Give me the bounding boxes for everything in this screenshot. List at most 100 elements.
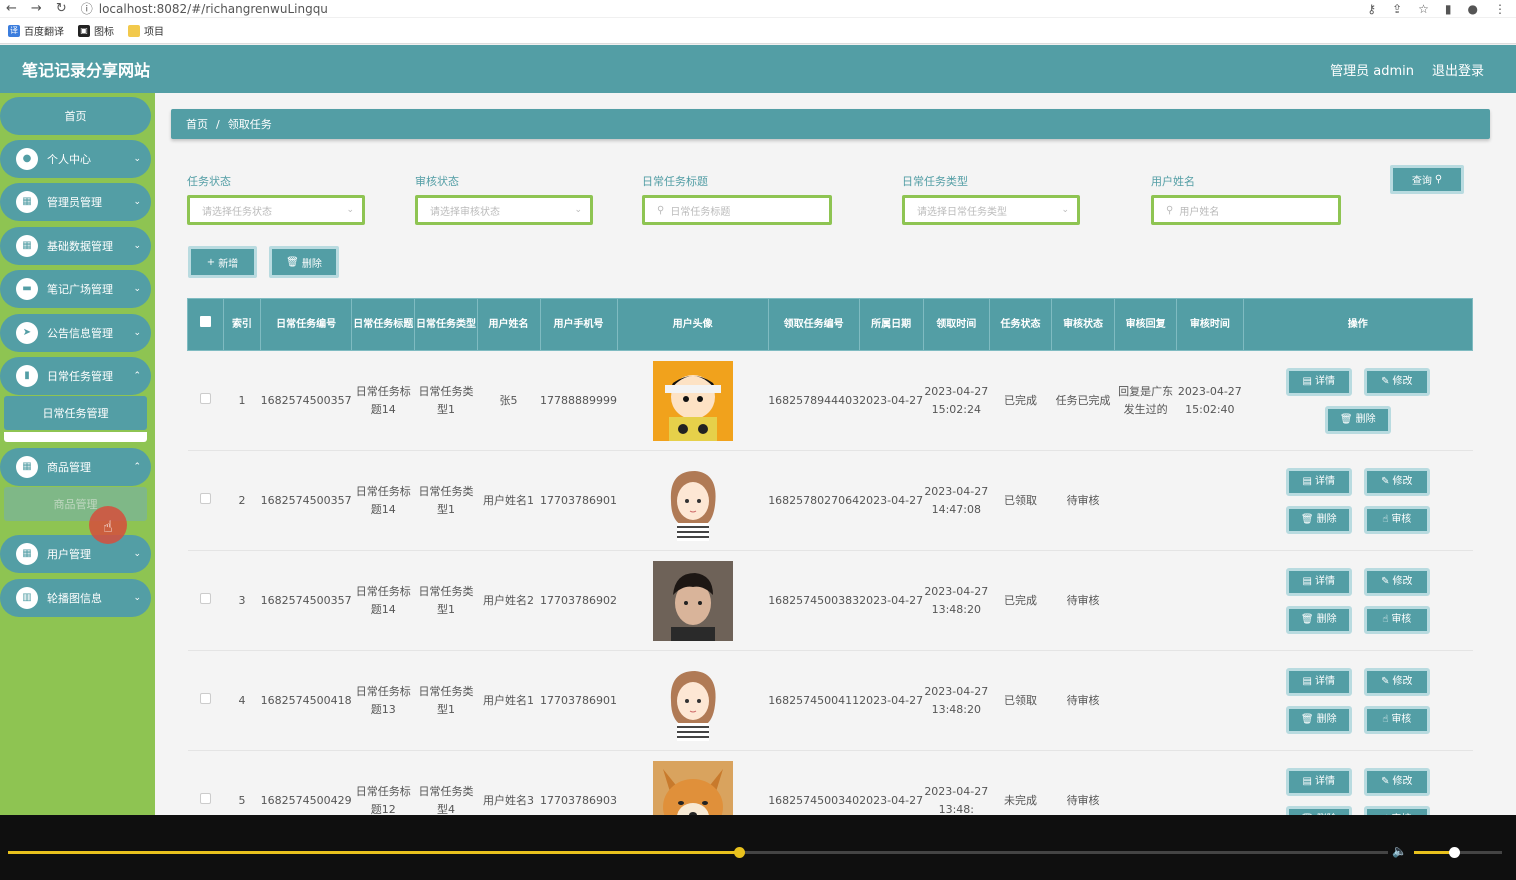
document-icon: ▤	[1302, 775, 1312, 787]
url-field[interactable]: ⓘ localhost:8082/#/richangrenwuLingqu	[81, 0, 328, 17]
detail-button[interactable]: ▤ 详情	[1285, 467, 1352, 496]
image-icon: ▣	[78, 24, 90, 37]
row-checkbox[interactable]	[199, 492, 211, 504]
key-icon[interactable]: ⚷	[1367, 2, 1376, 16]
audit-reply-cell	[1114, 550, 1177, 651]
video-progress-track[interactable]	[8, 847, 1388, 858]
volume-track[interactable]	[1414, 847, 1502, 858]
chart-icon: ▥	[16, 587, 38, 609]
phone-cell: 17703786902	[540, 550, 618, 651]
sidebar-item-personal[interactable]: ● 个人中心 ⌄	[0, 140, 151, 178]
bookmark-icons[interactable]: ▣ 图标	[78, 23, 114, 38]
sidebar-item-carousel[interactable]: ▥ 轮播图信息 ⌄	[0, 579, 151, 617]
add-button[interactable]: + 新增	[188, 246, 257, 278]
filter-audit-status-label: 审核状态	[415, 175, 459, 188]
select-all-checkbox[interactable]	[199, 316, 211, 327]
breadcrumb-home[interactable]: 首页	[186, 116, 208, 132]
table-header-row: 索引 日常任务编号 日常任务标题 日常任务类型 用户姓名 用户手机号 用户头像 …	[187, 298, 1474, 351]
menu-icon[interactable]: ⋮	[1494, 2, 1506, 16]
avatar	[652, 460, 733, 541]
forward-icon[interactable]: →	[31, 1, 42, 16]
col-task-no: 日常任务编号	[260, 298, 353, 351]
sidepanel-icon[interactable]: ▮	[1445, 2, 1452, 16]
row-checkbox[interactable]	[199, 392, 211, 404]
task-type-cell: 日常任务类型1	[414, 450, 478, 551]
submenu-daily-tasks[interactable]: 日常任务管理	[4, 396, 147, 430]
detail-button[interactable]: ▤ 详情	[1285, 367, 1352, 396]
sidebar-item-announcements[interactable]: ➤ 公告信息管理 ⌄	[0, 314, 151, 352]
filter-audit-status-select[interactable]: 请选择审核状态 ⌄	[415, 195, 593, 225]
filter-task-status-select[interactable]: 请选择任务状态 ⌄	[187, 195, 365, 225]
table-row: 4 1682574500418 日常任务标题13 日常任务类型1 用户姓名1 177037…	[187, 650, 1473, 751]
table-row: 2 1682574500357 日常任务标题14 日常任务类型1 用户姓名1 177037…	[187, 450, 1473, 551]
chevron-down-icon: ⌄	[133, 593, 141, 603]
take-no-cell: 1682578944403	[768, 350, 860, 451]
edit-button[interactable]: ✎ 修改	[1363, 767, 1430, 796]
reload-icon[interactable]: ↻	[56, 1, 67, 16]
sidebar-item-daily-tasks[interactable]: ▮ 日常任务管理 ⌃	[0, 357, 151, 395]
sidebar-item-users[interactable]: ▦ 用户管理 ⌄	[0, 535, 151, 573]
audit-button[interactable]: ☝审核	[1363, 705, 1430, 734]
volume-knob[interactable]	[1448, 847, 1460, 858]
bookmark-project[interactable]: 项目	[128, 23, 164, 38]
filter-task-title-input[interactable]: ⚲ 日常任务标题	[642, 195, 832, 225]
sidebar-item-home[interactable]: 首页	[0, 97, 151, 135]
edit-button[interactable]: ✎ 修改	[1363, 367, 1430, 396]
profile-icon[interactable]: ●	[1468, 2, 1478, 16]
search-icon: ⚲	[657, 204, 665, 216]
search-icon: ⚲	[1166, 204, 1174, 216]
sidebar-item-basic-data[interactable]: ▦ 基础数据管理 ⌄	[0, 227, 151, 265]
col-audit-time: 审核时间	[1176, 298, 1244, 351]
query-button[interactable]: 查询 ⚲	[1390, 165, 1464, 194]
sidebar-item-notes[interactable]: ▬ 笔记广场管理 ⌄	[0, 270, 151, 308]
back-icon[interactable]: ←	[6, 1, 17, 16]
row-checkbox[interactable]	[199, 692, 211, 704]
pencil-icon: ✎	[1381, 375, 1390, 387]
task-status-cell: 已完成	[989, 350, 1052, 451]
detail-button[interactable]: ▤ 详情	[1285, 667, 1352, 696]
delete-button[interactable]: 🗑删除	[1285, 505, 1352, 534]
detail-button[interactable]: ▤ 详情	[1285, 767, 1352, 796]
share-icon[interactable]: ⇪	[1392, 2, 1402, 16]
col-user-name: 用户姓名	[476, 298, 541, 351]
detail-button[interactable]: ▤ 详情	[1285, 567, 1352, 596]
date-cell: 2023-04-27	[859, 550, 924, 651]
delete-button[interactable]: 🗑删除	[1324, 405, 1391, 434]
take-no-cell: 1682578027064	[768, 450, 860, 551]
filter-task-type-select[interactable]: 请选择日常任务类型 ⌄	[902, 195, 1080, 225]
logout-link[interactable]: 退出登录	[1432, 60, 1484, 79]
batch-delete-button[interactable]: 🗑 删除	[269, 246, 339, 278]
task-no-cell: 1682574500418	[260, 650, 352, 751]
video-progress-fill	[8, 851, 740, 854]
filter-task-title-label: 日常任务标题	[642, 175, 708, 188]
row-checkbox[interactable]	[199, 792, 211, 804]
volume-icon[interactable]: 🔈	[1392, 844, 1407, 858]
row-select-cell	[187, 550, 224, 651]
edit-button[interactable]: ✎ 修改	[1363, 667, 1430, 696]
col-audit-status: 审核状态	[1051, 298, 1116, 351]
star-icon[interactable]: ☆	[1418, 2, 1429, 16]
audit-button[interactable]: ☝审核	[1363, 505, 1430, 534]
book-icon: ▮	[16, 365, 38, 387]
sidebar-item-goods[interactable]: ▦ 商品管理 ⌃	[0, 448, 151, 486]
bookmark-translate[interactable]: 译百度翻译	[8, 23, 64, 38]
video-progress-knob[interactable]	[734, 847, 746, 858]
audit-reply-cell	[1114, 650, 1177, 751]
audit-button[interactable]: ☝审核	[1363, 605, 1430, 634]
col-take-no: 领取任务编号	[767, 298, 860, 351]
sidebar-item-admins[interactable]: ▦ 管理员管理 ⌄	[0, 183, 151, 221]
delete-button[interactable]: 🗑删除	[1285, 605, 1352, 634]
task-type-cell: 日常任务类型1	[414, 650, 478, 751]
filter-user-name-input[interactable]: ⚲ 用户姓名	[1151, 195, 1341, 225]
avatar	[652, 560, 733, 641]
sidebar: 首页 ● 个人中心 ⌄ ▦ 管理员管理 ⌄ ▦ 基础数据管理 ⌄ ▬ 笔记广场管理 ⌄ ➤ 公告信…	[0, 93, 155, 815]
grid-icon: ▦	[16, 235, 38, 257]
col-task-title: 日常任务标题	[351, 298, 416, 351]
edit-button[interactable]: ✎ 修改	[1363, 567, 1430, 596]
row-checkbox[interactable]	[199, 592, 211, 604]
edit-button[interactable]: ✎ 修改	[1363, 467, 1430, 496]
admin-user: 管理员 admin	[1330, 63, 1414, 79]
delete-button[interactable]: 🗑删除	[1285, 705, 1352, 734]
audit-time-cell	[1176, 450, 1244, 551]
submenu-goods[interactable]: 商品管理	[4, 487, 147, 521]
